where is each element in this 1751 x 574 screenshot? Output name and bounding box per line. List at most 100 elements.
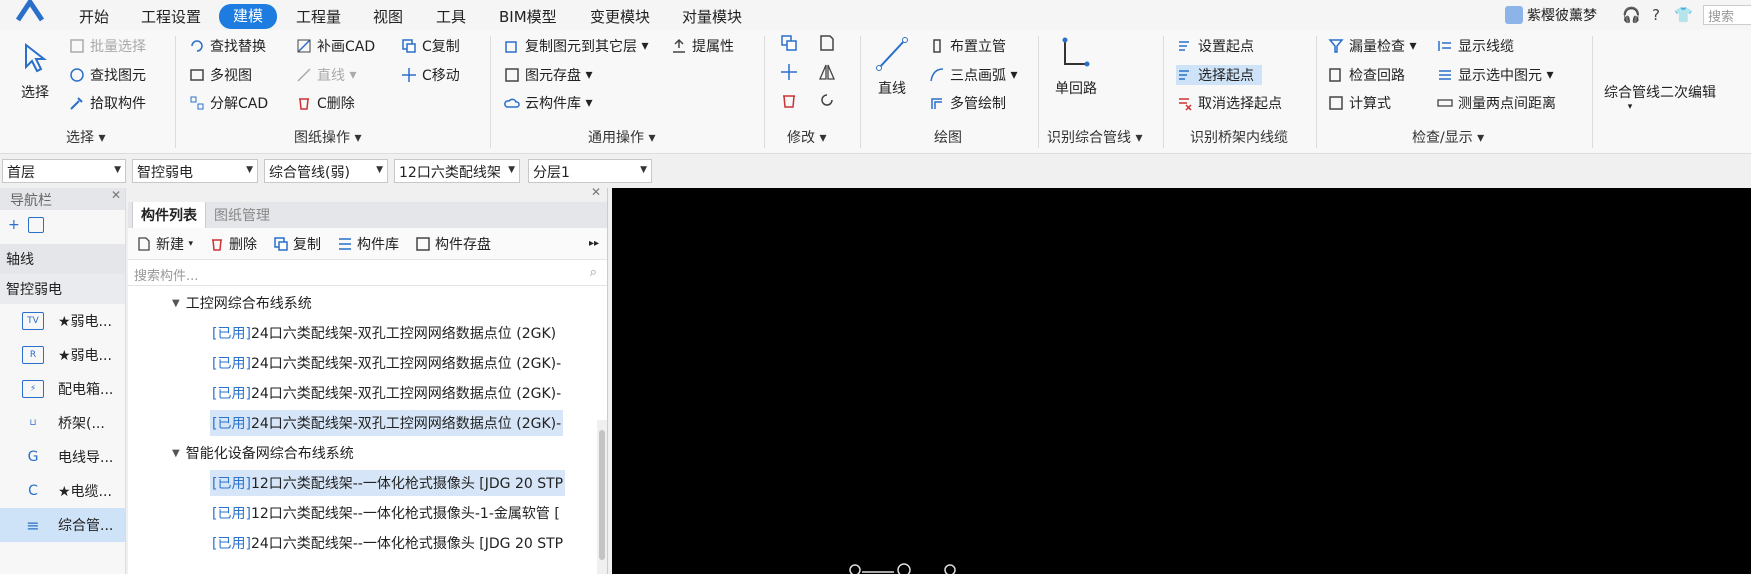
three-point-arc-button[interactable]: 三点画弧 ▾ bbox=[928, 65, 1017, 85]
mirror-copy-button[interactable] bbox=[818, 34, 840, 52]
nav-item-cable[interactable]: C ★电缆... bbox=[0, 474, 125, 508]
extract-properties-button[interactable]: 提属性 bbox=[670, 36, 734, 56]
select-group-label[interactable]: 选择 ▾ bbox=[66, 127, 105, 147]
tree-item[interactable]: [已用] 24口六类配线架--一体化枪式摄像头 [JDG 20 STP bbox=[128, 528, 607, 558]
cloud-library-button[interactable]: 云构件库 ▾ bbox=[503, 93, 592, 113]
select-start-point-button[interactable]: 选择起点 bbox=[1176, 65, 1262, 85]
measure-distance-button[interactable]: 测量两点间距离 bbox=[1436, 93, 1556, 113]
rotate-button[interactable] bbox=[818, 91, 840, 109]
pick-component-button[interactable]: 拾取构件 bbox=[68, 93, 146, 113]
user-name: 紫樱彼薰梦 bbox=[1527, 8, 1597, 24]
move-tool-button[interactable] bbox=[780, 63, 802, 81]
menu-bim-model[interactable]: BIM模型 bbox=[499, 6, 557, 27]
show-cables-button[interactable]: 显示线缆 bbox=[1436, 36, 1514, 56]
c-move-button[interactable]: C移动 bbox=[400, 65, 460, 85]
line-tool-button[interactable]: 直线 ▾ bbox=[295, 65, 356, 85]
c-delete-button[interactable]: C删除 bbox=[295, 93, 355, 113]
tab-component-list[interactable]: 构件列表 bbox=[132, 201, 206, 228]
more-arrows-icon[interactable]: ▸▸ bbox=[589, 238, 599, 249]
nav-item-cable-tray[interactable]: ⊔ 桥架(... bbox=[0, 406, 125, 440]
close-icon[interactable]: ✕ bbox=[111, 188, 121, 202]
multi-pipe-draw-button[interactable]: 多管绘制 bbox=[928, 93, 1006, 113]
menu-project-settings[interactable]: 工程设置 bbox=[141, 6, 201, 27]
floor-select[interactable]: 首层 ▼ bbox=[2, 159, 126, 183]
tree-item[interactable]: [已用] 24口六类配线架-双孔工控网网络数据点位 (2GK)- bbox=[128, 378, 607, 408]
drawing-ops-group-label[interactable]: 图纸操作 ▾ bbox=[294, 127, 361, 147]
multi-view-button[interactable]: 多视图 bbox=[188, 65, 252, 85]
specialty-select[interactable]: 智控弱电 ▼ bbox=[132, 159, 258, 183]
nav-item-weak-current-1[interactable]: TV ★弱电... bbox=[0, 304, 125, 338]
general-ops-group-label[interactable]: 通用操作 ▾ bbox=[588, 127, 655, 147]
type-select[interactable]: 综合管线(弱) ▼ bbox=[264, 159, 388, 183]
layer-select[interactable]: 分层1 ▼ bbox=[528, 159, 652, 183]
menu-reconcile-module[interactable]: 对量模块 bbox=[682, 6, 742, 27]
nav-item-integrated-pipeline[interactable]: ≡ 综合管... bbox=[0, 508, 125, 542]
tree-item[interactable]: [已用] 12口六类配线架--一体化枪式摄像头-1-金属软管 [ bbox=[128, 498, 607, 528]
menu-tools[interactable]: 工具 bbox=[436, 6, 466, 27]
batch-select-button[interactable]: 批量选择 bbox=[68, 36, 146, 56]
component-select[interactable]: 12口六类配线架 ▼ bbox=[394, 159, 520, 183]
redraw-cad-button[interactable]: 补画CAD bbox=[295, 36, 375, 56]
formula-button[interactable]: 计算式 bbox=[1327, 93, 1391, 113]
cancel-start-point-button[interactable]: 取消选择起点 bbox=[1176, 93, 1282, 113]
nav-item-distribution-box[interactable]: ⚡ 配电箱... bbox=[0, 372, 125, 406]
nav-category-weak-current[interactable]: 智控弱电 bbox=[0, 274, 125, 304]
draw-line-button[interactable]: 直线 bbox=[875, 34, 909, 98]
select-button[interactable]: 选择 bbox=[18, 38, 52, 102]
shirt-icon[interactable]: 👕 bbox=[1674, 6, 1693, 24]
menu-view[interactable]: 视图 bbox=[373, 6, 403, 27]
search-input[interactable]: 搜索 bbox=[1703, 5, 1751, 25]
tree-group[interactable]: ▼ 工控网综合布线系统 bbox=[128, 288, 607, 318]
tree-item[interactable]: [已用] 24口六类配线架-双孔工控网网络数据点位 (2GK)- bbox=[128, 408, 607, 438]
expand-icon[interactable]: ▼ bbox=[172, 298, 180, 309]
nav-item-weak-current-2[interactable]: R ★弱电... bbox=[0, 338, 125, 372]
drawing-canvas[interactable] bbox=[612, 188, 1751, 574]
place-riser-button[interactable]: 布置立管 bbox=[928, 36, 1006, 56]
tree-group[interactable]: ▼ 智能化设备网综合布线系统 bbox=[128, 438, 607, 468]
new-button[interactable]: 新建 ▾ bbox=[136, 234, 193, 254]
c-copy-button[interactable]: C复制 bbox=[400, 36, 460, 56]
user-account[interactable]: 紫樱彼薰梦 bbox=[1505, 4, 1597, 26]
nav-category-axis[interactable]: 轴线 bbox=[0, 244, 125, 274]
component-tree: ▼ 工控网综合布线系统 [已用] 24口六类配线架-双孔工控网网络数据点位 (2G… bbox=[128, 288, 607, 558]
secondary-edit-button[interactable]: 综合管线二次编辑 ▾ bbox=[1604, 82, 1716, 112]
find-replace-button[interactable]: 查找替换 bbox=[188, 36, 266, 56]
copy-tool-button[interactable] bbox=[780, 34, 802, 52]
delete-tool-button[interactable] bbox=[780, 91, 802, 109]
modify-group-label[interactable]: 修改 ▾ bbox=[787, 127, 826, 147]
tree-item[interactable]: [已用] 12口六类配线架--一体化枪式摄像头 [JDG 20 STP bbox=[128, 468, 607, 498]
expand-icon[interactable]: ▼ bbox=[172, 448, 180, 459]
component-save-button[interactable]: 构件存盘 bbox=[415, 234, 491, 254]
help-icon[interactable]: ? bbox=[1652, 6, 1660, 24]
copy-button[interactable]: 复制 bbox=[273, 234, 321, 254]
copy-to-other-floor-button[interactable]: 复制图元到其它层 ▾ bbox=[503, 36, 648, 56]
set-start-point-button[interactable]: 设置起点 bbox=[1176, 36, 1254, 56]
menu-start[interactable]: 开始 bbox=[79, 6, 109, 27]
edit-icon[interactable] bbox=[27, 217, 44, 233]
tree-item[interactable]: [已用] 24口六类配线架-双孔工控网网络数据点位 (2GK)- bbox=[128, 348, 607, 378]
menu-modeling[interactable]: 建模 bbox=[219, 4, 278, 29]
scrollbar[interactable] bbox=[597, 420, 607, 574]
component-search-input[interactable]: 搜索构件... ⌕ bbox=[128, 262, 607, 286]
mirror-button[interactable] bbox=[818, 63, 840, 81]
delete-button[interactable]: 删除 bbox=[209, 234, 257, 254]
tree-item[interactable]: [已用] 24口六类配线架-双孔工控网网络数据点位 (2GK) bbox=[128, 318, 607, 348]
missing-check-button[interactable]: 漏量检查 ▾ bbox=[1327, 36, 1416, 56]
component-library-button[interactable]: 构件库 bbox=[337, 234, 399, 254]
menu-quantities[interactable]: 工程量 bbox=[296, 6, 341, 27]
single-circuit-button[interactable]: 单回路 bbox=[1055, 34, 1097, 98]
tab-drawing-management[interactable]: 图纸管理 bbox=[206, 202, 278, 228]
find-element-button[interactable]: 查找图元 bbox=[68, 65, 146, 85]
recognize-group-label[interactable]: 识别综合管线 ▾ bbox=[1047, 127, 1142, 147]
check-circuit-button[interactable]: 检查回路 bbox=[1327, 65, 1405, 85]
headset-icon[interactable]: 🎧 bbox=[1622, 6, 1641, 24]
show-selected-button[interactable]: 显示选中图元 ▾ bbox=[1436, 65, 1553, 85]
scrollbar-thumb[interactable] bbox=[599, 430, 605, 560]
menu-change-module[interactable]: 变更模块 bbox=[590, 6, 650, 27]
element-save-button[interactable]: 图元存盘 ▾ bbox=[503, 65, 592, 85]
add-icon[interactable]: + bbox=[8, 217, 20, 233]
explode-cad-button[interactable]: 分解CAD bbox=[188, 93, 268, 113]
check-group-label[interactable]: 检查/显示 ▾ bbox=[1412, 127, 1484, 147]
nav-item-wire-conduit[interactable]: G 电线导... bbox=[0, 440, 125, 474]
close-icon[interactable]: ✕ bbox=[591, 185, 601, 199]
